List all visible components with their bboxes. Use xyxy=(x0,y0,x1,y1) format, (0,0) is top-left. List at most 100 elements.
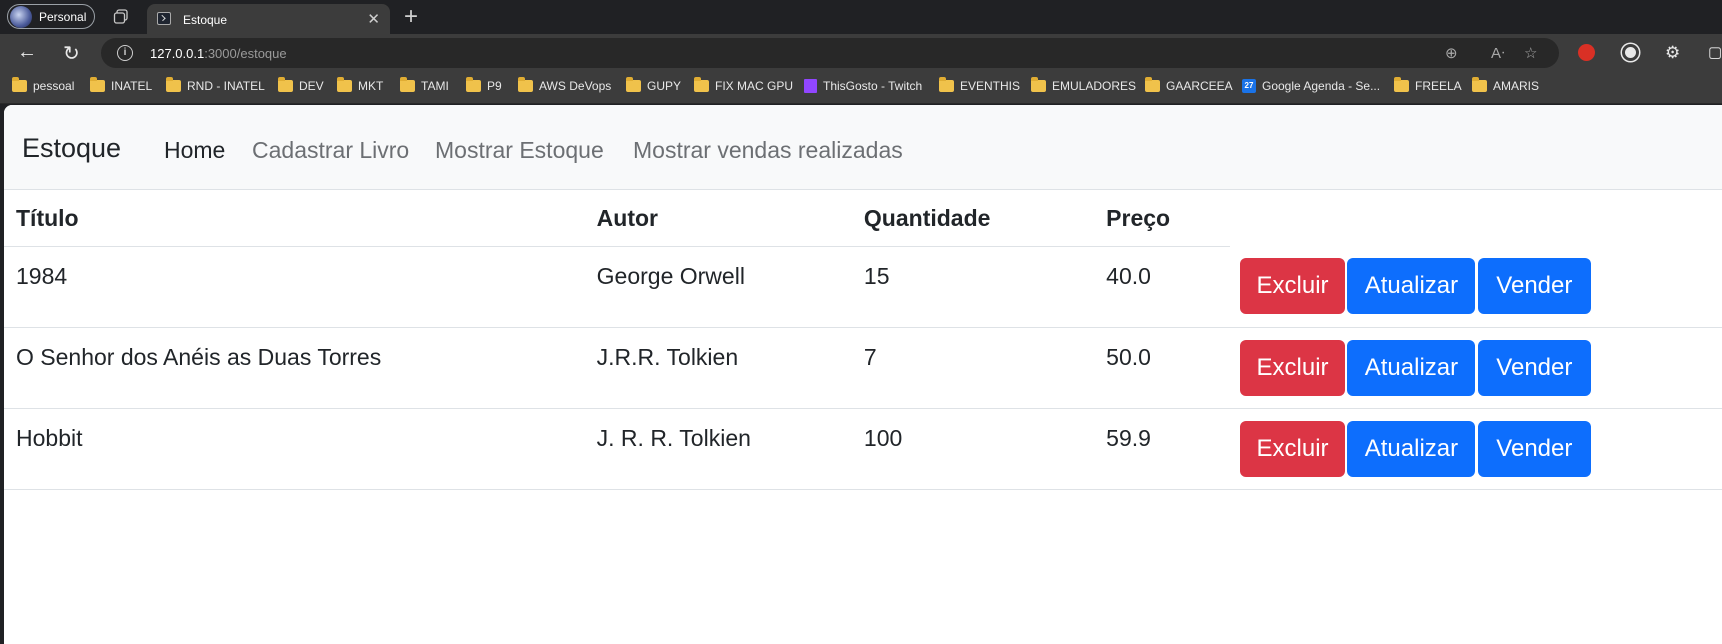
cell-titulo: 1984 xyxy=(4,246,585,328)
cell-titulo: O Senhor dos Anéis as Duas Torres xyxy=(4,327,585,409)
bookmark-label: EVENTHIS xyxy=(960,79,1021,93)
bookmark-label: AMARIS xyxy=(1493,79,1540,93)
folder-icon xyxy=(626,77,641,92)
update-button[interactable]: Atualizar xyxy=(1347,420,1476,477)
stock-table: Título Autor Quantidade Preço 1984 Georg… xyxy=(4,191,1722,490)
profile-button[interactable]: Personal xyxy=(7,4,95,29)
bookmark-aws-devops[interactable]: AWS DeVops xyxy=(518,77,612,93)
bookmark-gaarceea[interactable]: GAARCEEA xyxy=(1145,77,1233,93)
delete-button[interactable]: Excluir xyxy=(1240,258,1346,314)
cell-quantidade: 15 xyxy=(851,246,1095,328)
extensions-puzzle-icon[interactable]: ⚙ xyxy=(1665,43,1680,63)
bookmark-google-agenda[interactable]: 27 Google Agenda - Se... xyxy=(1242,79,1380,93)
browser-tab-bar: Personal Estoque ✕ + xyxy=(0,0,1722,34)
column-header-preco: Preço xyxy=(1094,191,1231,247)
folder-icon xyxy=(12,77,27,92)
zoom-icon[interactable]: ⊕ xyxy=(1445,44,1458,62)
favorite-star-icon[interactable]: ☆ xyxy=(1524,44,1537,62)
bookmark-inatel[interactable]: INATEL xyxy=(90,77,153,93)
reload-icon[interactable]: ↻ xyxy=(63,41,80,66)
close-tab-icon[interactable]: ✕ xyxy=(367,10,380,28)
new-tab-icon[interactable]: + xyxy=(404,3,418,31)
extension-stop-icon[interactable] xyxy=(1578,44,1595,61)
terminal-favicon-icon xyxy=(157,12,171,25)
nav-link-home[interactable]: Home xyxy=(164,137,225,164)
site-info-icon[interactable]: i xyxy=(117,45,133,61)
bookmark-amaris[interactable]: AMARIS xyxy=(1472,77,1540,93)
address-bar[interactable]: i 127.0.0.1:3000/estoque ⊕ Aᐧ ☆ xyxy=(101,38,1559,68)
column-header-actions xyxy=(1230,191,1722,246)
bookmarks-bar: pessoal INATEL RND - INATEL DEV MKT TAMI… xyxy=(0,72,1722,104)
back-icon[interactable]: ← xyxy=(17,41,37,64)
cell-titulo: Hobbit xyxy=(4,408,585,490)
bookmark-label: GAARCEEA xyxy=(1166,79,1233,93)
bookmark-freela[interactable]: FREELA xyxy=(1394,77,1462,93)
bookmark-label: pessoal xyxy=(33,79,75,93)
column-header-autor: Autor xyxy=(584,191,852,247)
delete-button[interactable]: Excluir xyxy=(1240,420,1346,477)
bookmark-dev[interactable]: DEV xyxy=(278,77,324,93)
profile-avatar xyxy=(10,5,32,28)
sell-button[interactable]: Vender xyxy=(1477,339,1591,396)
bookmark-pessoal[interactable]: pessoal xyxy=(12,77,75,93)
cell-autor: George Orwell xyxy=(584,246,852,328)
url-text: 127.0.0.1:3000/estoque xyxy=(150,46,287,61)
cell-actions: Excluir Atualizar Vender xyxy=(1230,246,1722,328)
table-header-row: Título Autor Quantidade Preço xyxy=(4,191,1722,247)
delete-button[interactable]: Excluir xyxy=(1240,339,1346,396)
navbar-brand[interactable]: Estoque xyxy=(22,133,121,164)
bookmark-twitch[interactable]: ThisGosto - Twitch xyxy=(804,79,922,93)
profile-label: Personal xyxy=(39,9,87,24)
cell-autor: J.R.R. Tolkien xyxy=(584,327,852,409)
bookmark-label: FREELA xyxy=(1415,79,1462,93)
folder-icon xyxy=(90,77,105,92)
tab-estoque[interactable]: Estoque ✕ xyxy=(147,4,390,34)
url-host: 127.0.0.1 xyxy=(150,46,205,61)
sell-button[interactable]: Vender xyxy=(1477,420,1591,477)
folder-icon xyxy=(1394,77,1409,92)
folder-icon xyxy=(278,77,293,92)
nav-link-cadastrar-livro[interactable]: Cadastrar Livro xyxy=(252,137,409,164)
bookmark-label: TAMI xyxy=(421,79,449,93)
bookmark-label: Google Agenda - Se... xyxy=(1262,79,1381,93)
bookmark-eventhis[interactable]: EVENTHIS xyxy=(939,77,1021,93)
bookmark-label: AWS DeVops xyxy=(539,79,612,93)
read-aloud-icon[interactable]: Aᐧ xyxy=(1491,44,1505,62)
bookmark-label: RND - INATEL xyxy=(187,79,265,93)
bookmark-emuladores[interactable]: EMULADORES xyxy=(1031,77,1136,93)
bookmark-tami[interactable]: TAMI xyxy=(400,77,449,93)
cell-preco: 40.0 xyxy=(1094,246,1231,328)
nav-link-mostrar-vendas[interactable]: Mostrar vendas realizadas xyxy=(633,137,903,164)
column-header-quantidade: Quantidade xyxy=(851,191,1095,247)
bookmark-label: DEV xyxy=(299,79,324,93)
bookmark-fix-mac-gpu[interactable]: FIX MAC GPU xyxy=(694,77,793,93)
twitch-icon xyxy=(804,79,817,93)
bookmark-label: INATEL xyxy=(111,79,153,93)
bookmark-rnd-inatel[interactable]: RND - INATEL xyxy=(166,77,265,93)
cell-actions: Excluir Atualizar Vender xyxy=(1230,327,1722,409)
table-row: O Senhor dos Anéis as Duas Torres J.R.R.… xyxy=(4,327,1722,409)
folder-icon xyxy=(518,77,533,92)
update-button[interactable]: Atualizar xyxy=(1347,258,1476,314)
bookmark-label: GUPY xyxy=(647,79,682,93)
bookmark-p9[interactable]: P9 xyxy=(466,77,502,93)
sell-button[interactable]: Vender xyxy=(1477,258,1591,314)
bookmark-mkt[interactable]: MKT xyxy=(337,77,383,93)
cell-preco: 50.0 xyxy=(1094,327,1231,409)
google-calendar-icon: 27 xyxy=(1242,79,1256,93)
split-screen-icon[interactable]: ▢ xyxy=(1708,43,1722,61)
extension-circle-icon[interactable] xyxy=(1622,44,1639,61)
bookmark-gupy[interactable]: GUPY xyxy=(626,77,682,93)
browser-toolbar: ← ↻ i 127.0.0.1:3000/estoque ⊕ Aᐧ ☆ ⚙ ▢ xyxy=(0,34,1722,72)
table-row: Hobbit J. R. R. Tolkien 100 59.9 Excluir… xyxy=(4,408,1722,490)
update-button[interactable]: Atualizar xyxy=(1347,339,1476,396)
folder-icon xyxy=(1145,77,1160,92)
tab-title: Estoque xyxy=(183,13,228,27)
nav-link-mostrar-estoque[interactable]: Mostrar Estoque xyxy=(435,137,604,164)
folder-icon xyxy=(400,77,415,92)
cell-actions: Excluir Atualizar Vender xyxy=(1230,408,1722,490)
cell-autor: J. R. R. Tolkien xyxy=(584,408,852,490)
folder-icon xyxy=(337,77,352,92)
folder-icon xyxy=(1472,77,1487,92)
workspaces-icon[interactable] xyxy=(113,9,129,25)
